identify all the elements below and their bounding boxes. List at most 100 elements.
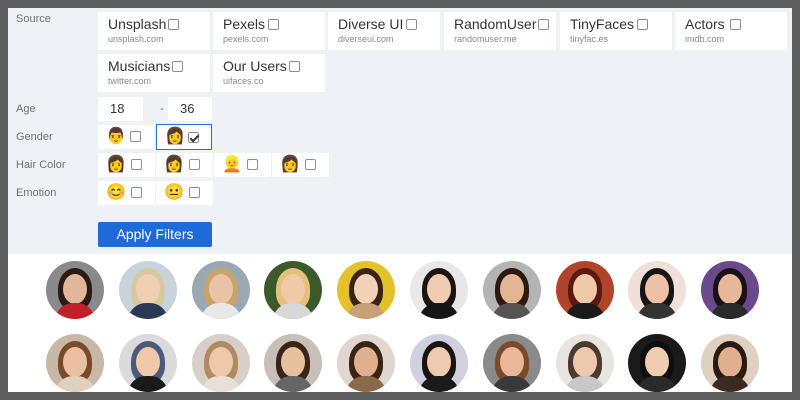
source-name: TinyFaces (570, 16, 635, 32)
source-card-tinyfaces[interactable]: TinyFaces tinyfac.es (560, 12, 672, 50)
avatar-shirt (346, 303, 387, 319)
source-name: Pexels (223, 16, 266, 32)
source-checkbox-tinyfaces[interactable] (637, 19, 648, 30)
emotion-option-neutral[interactable]: 😐 (156, 181, 213, 205)
avatar-face (427, 347, 451, 377)
source-card-actors[interactable]: Actors imdb.com (675, 12, 787, 50)
avatar-face (572, 274, 597, 304)
avatar[interactable] (701, 261, 760, 319)
source-card-diverse-ui[interactable]: Diverse UI diverseui.com (328, 12, 440, 50)
app-frame: Source Age Gender Hair Color Emotion Uns… (8, 8, 792, 392)
avatar[interactable] (628, 261, 687, 319)
source-card-randomuser[interactable]: RandomUser randomuser.me (444, 12, 556, 50)
source-domain: pexels.com (223, 34, 269, 44)
avatar-shirt (55, 303, 95, 319)
hair-option-brown[interactable]: 👩 (156, 153, 213, 177)
avatar-gallery (8, 254, 792, 392)
source-name: Actors (685, 16, 725, 32)
source-checkbox-our-users[interactable] (289, 61, 300, 72)
hair-option-red[interactable]: 👩 (272, 153, 329, 177)
source-domain: imdb.com (685, 34, 725, 44)
source-label: Source (16, 13, 51, 25)
source-checkbox-randomuser[interactable] (538, 19, 549, 30)
avatar[interactable] (410, 334, 468, 392)
avatar[interactable] (191, 334, 250, 392)
avatar[interactable] (555, 334, 614, 392)
hair-option-blond[interactable]: 👱 (214, 153, 271, 177)
avatar-shirt (55, 376, 95, 392)
avatar-face (63, 347, 87, 377)
hair-option-black[interactable]: 👩 (98, 153, 155, 177)
age-separator: - (160, 101, 164, 115)
gender-option-male[interactable]: 👨 (98, 125, 154, 149)
avatar-shirt (564, 376, 605, 392)
gender-option-female[interactable]: 👩 (156, 124, 212, 150)
avatar-shirt (200, 376, 241, 392)
avatar-shirt (564, 303, 605, 319)
source-card-musicians[interactable]: Musicians twitter.com (98, 54, 210, 92)
neutral-icon: 😐 (164, 184, 184, 201)
source-checkbox-diverse-ui[interactable] (406, 19, 417, 30)
male-icon: 👨 (106, 128, 126, 145)
avatar[interactable] (46, 261, 104, 319)
avatar[interactable] (628, 334, 687, 392)
avatar-shirt (491, 376, 532, 392)
avatar[interactable] (191, 261, 250, 319)
avatar-face (572, 347, 597, 377)
hair-color-label: Hair Color (16, 159, 66, 171)
source-domain: unsplash.com (108, 34, 164, 44)
source-card-pexels[interactable]: Pexels pexels.com (213, 12, 325, 50)
age-min-input[interactable]: 18 (98, 97, 143, 121)
avatar-face (63, 274, 87, 304)
age-label: Age (16, 103, 36, 115)
source-checkbox-pexels[interactable] (268, 19, 279, 30)
avatar-face (499, 347, 524, 377)
avatar[interactable] (482, 261, 541, 319)
blond-hair-icon: 👱 (222, 156, 242, 173)
avatar[interactable] (264, 334, 323, 392)
age-max-input[interactable]: 36 (168, 97, 212, 121)
avatar-shirt (419, 376, 459, 392)
emotion-checkbox-neutral[interactable] (189, 187, 200, 198)
red-hair-icon: 👩 (280, 156, 300, 173)
source-card-our-users[interactable]: Our Users uifaces.co (213, 54, 325, 92)
gender-checkbox-male[interactable] (130, 131, 141, 142)
source-name: Musicians (108, 58, 171, 74)
hair-checkbox-brown[interactable] (189, 159, 200, 170)
source-card-unsplash[interactable]: Unsplash unsplash.com (98, 12, 210, 50)
avatar[interactable] (701, 334, 760, 392)
gender-checkbox-female[interactable] (188, 132, 199, 143)
avatar[interactable] (337, 334, 396, 392)
avatar[interactable] (118, 261, 177, 319)
hair-checkbox-black[interactable] (131, 159, 142, 170)
avatar[interactable] (337, 261, 396, 319)
avatar[interactable] (264, 261, 323, 319)
avatar-shirt (127, 303, 168, 319)
avatar-shirt (127, 376, 168, 392)
avatar[interactable] (46, 334, 104, 392)
brown-hair-icon: 👩 (164, 156, 184, 173)
source-checkbox-musicians[interactable] (172, 61, 183, 72)
source-name: RandomUser (454, 16, 537, 32)
emotion-checkbox-happy[interactable] (131, 187, 142, 198)
avatar[interactable] (482, 334, 541, 392)
avatar-face (135, 347, 160, 377)
source-checkbox-unsplash[interactable] (168, 19, 179, 30)
happy-icon: 😊 (106, 184, 126, 201)
avatar-shirt (710, 303, 751, 319)
avatar[interactable] (555, 261, 614, 319)
source-name: Our Users (223, 58, 287, 74)
apply-filters-button[interactable]: Apply Filters (98, 222, 212, 247)
avatar-face (427, 274, 451, 304)
avatar-face (208, 274, 233, 304)
avatar[interactable] (118, 334, 177, 392)
avatar-face (208, 347, 233, 377)
source-domain: tinyfac.es (570, 34, 609, 44)
avatar-shirt (200, 303, 241, 319)
avatar[interactable] (410, 261, 468, 319)
hair-checkbox-red[interactable] (305, 159, 316, 170)
hair-checkbox-blond[interactable] (247, 159, 258, 170)
emotion-option-happy[interactable]: 😊 (98, 181, 155, 205)
source-domain: uifaces.co (223, 76, 264, 86)
source-checkbox-actors[interactable] (730, 19, 741, 30)
